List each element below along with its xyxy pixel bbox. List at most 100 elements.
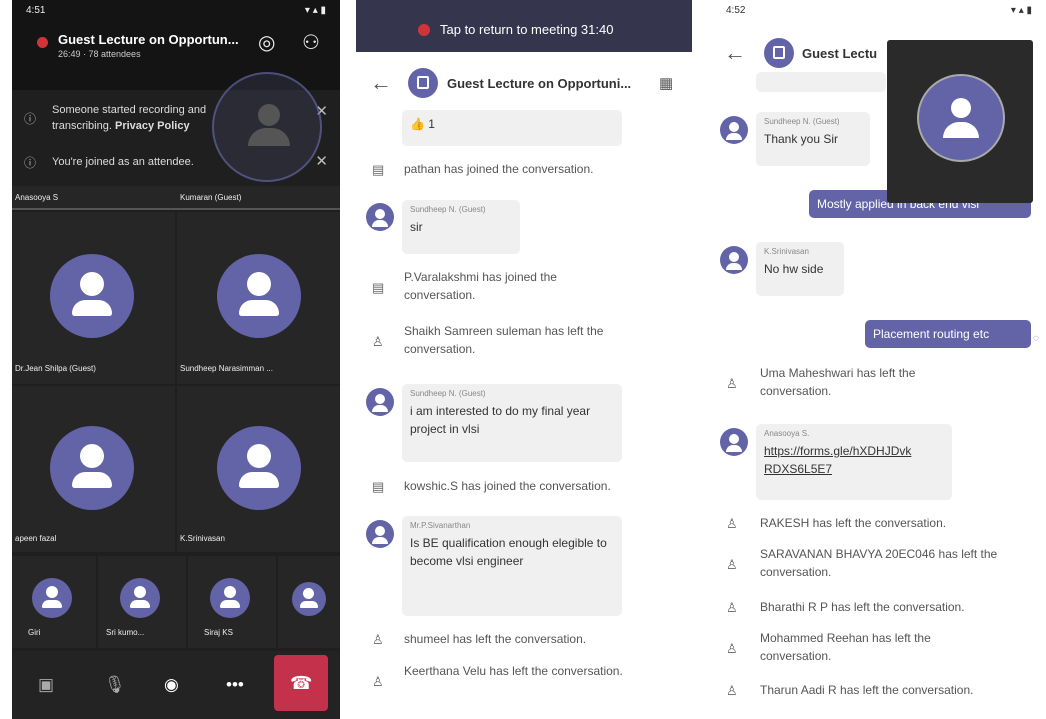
system-message: RAKESH has left the conversation. — [760, 516, 947, 530]
meeting-info-icon[interactable]: ▦ — [659, 74, 673, 92]
call-controls: ▣ 🎙 ◉ ••• ☎ — [12, 651, 340, 719]
system-message: Shaikh Samreen suleman has left the conv… — [404, 324, 604, 356]
headset-icon[interactable]: ◉ — [164, 675, 179, 695]
message-sender: Sundheep N. (Guest) — [410, 205, 486, 214]
avatar — [120, 578, 160, 618]
message-text: i am interested to do my final year proj… — [410, 404, 591, 436]
message-bubble[interactable]: Anasooya S. https://forms.gle/hXDHJDvkRD… — [756, 424, 952, 500]
chat-screen-continued: 4:52 ▾ ▴ ▮ ← Guest Lectu Sundheep N. (Gu… — [712, 0, 1046, 719]
participants-icon[interactable]: ⚇ — [302, 30, 320, 55]
status-time: 4:52 — [726, 4, 746, 16]
video-off-icon[interactable]: ▣ — [38, 675, 54, 695]
more-icon[interactable]: ••• — [226, 675, 244, 695]
status-time: 4:51 — [26, 4, 46, 16]
person-leave-icon: ♙ — [726, 641, 738, 656]
message-bubble[interactable]: Sundheep N. (Guest) Thank you Sir — [756, 112, 870, 166]
self-video-preview[interactable] — [212, 72, 322, 182]
system-message: pathan has joined the conversation. — [404, 162, 594, 176]
meeting-pip-window[interactable] — [887, 40, 1033, 203]
person-leave-icon: ♙ — [726, 376, 738, 391]
chat-screen: Tap to return to meeting 31:40 ← Guest L… — [356, 0, 692, 719]
system-message: kowshic.S has joined the conversation. — [404, 479, 611, 493]
message-text: Is BE qualification enough elegible to b… — [410, 536, 607, 568]
system-message: SARAVANAN BHAVYA 20EC046 has left the co… — [760, 547, 998, 579]
person-leave-icon: ♙ — [372, 674, 384, 689]
return-to-meeting-text: Tap to return to meeting 31:40 — [440, 22, 614, 37]
message-sender: Anasooya S. — [764, 429, 810, 438]
calendar-icon — [408, 68, 438, 98]
close-icon[interactable]: ✕ — [315, 152, 328, 170]
meeting-title[interactable]: Guest Lecture on Opportun... — [58, 32, 239, 47]
message-sender: Sundheep N. (Guest) — [410, 389, 486, 398]
info-icon: ⓘ — [24, 156, 37, 170]
calendar-event-icon: ▤ — [372, 280, 385, 295]
participant-name: Giri — [28, 628, 41, 637]
avatar — [366, 203, 394, 231]
system-message: Tharun Aadi R has left the conversation. — [760, 683, 974, 697]
privacy-policy-link[interactable]: Privacy Policy — [115, 120, 190, 132]
avatar — [50, 254, 134, 338]
participant-tile[interactable]: K.Srinivasan — [177, 386, 340, 552]
system-message: Mohammed Reehan has left the conversatio… — [760, 631, 931, 663]
message-bubble[interactable]: Sundheep N. (Guest) sir — [402, 200, 520, 254]
recording-indicator — [418, 24, 430, 36]
back-arrow-icon[interactable]: ← — [724, 40, 746, 66]
participant-name: Sri kumo... — [106, 628, 145, 637]
system-message: Keerthana Velu has left the conversation… — [404, 664, 623, 678]
message-bubble[interactable]: 👍 1 — [402, 110, 622, 146]
person-leave-icon: ♙ — [372, 632, 384, 647]
avatar — [366, 520, 394, 548]
back-arrow-icon[interactable]: ← — [370, 70, 392, 96]
meeting-subtitle: 26:49 · 78 attendees — [58, 49, 141, 59]
participant-name: Sundheep Narasimman ... — [180, 364, 273, 373]
hang-up-icon: ☎ — [290, 673, 313, 693]
sent-status-icon: ◌ — [1033, 333, 1039, 344]
hang-up-button[interactable]: ☎ — [274, 655, 328, 711]
participant-name: Kumaran (Guest) — [180, 193, 242, 202]
participant-tile[interactable]: Sundheep Narasimman ... — [177, 212, 340, 384]
mic-off-icon[interactable]: 🎙 — [104, 675, 126, 695]
message-bubble[interactable] — [756, 72, 886, 92]
reaction: 👍 1 — [410, 117, 435, 131]
status-icons: ▾ ▴ ▮ — [304, 4, 326, 16]
avatar — [50, 426, 134, 510]
calendar-icon — [764, 38, 794, 68]
message-text: No hw side — [764, 262, 824, 276]
info-icon: ⓘ — [24, 112, 37, 126]
form-link[interactable]: https://forms.gle/hXDHJDvkRDXS6L5E7 — [764, 442, 914, 478]
avatar — [32, 578, 72, 618]
chat-icon[interactable]: ◎ — [258, 30, 275, 55]
avatar — [720, 428, 748, 456]
message-sender: Mr.P.Sivanarthan — [410, 521, 471, 530]
participant-tile[interactable]: Sri kumo... — [98, 556, 186, 648]
system-message: Bharathi R P has left the conversation. — [760, 600, 965, 614]
own-message[interactable]: Placement routing etc — [865, 320, 1031, 348]
participant-tile[interactable]: apeen fazal — [12, 386, 175, 552]
person-leave-icon: ♙ — [726, 516, 738, 531]
message-bubble[interactable]: Mr.P.Sivanarthan Is BE qualification eno… — [402, 516, 622, 616]
avatar — [720, 246, 748, 274]
avatar — [917, 74, 1005, 162]
return-to-meeting-banner[interactable]: Tap to return to meeting 31:40 — [356, 0, 692, 52]
participant-name: Siraj KS — [204, 628, 233, 637]
message-bubble[interactable]: Sundheep N. (Guest) i am interested to d… — [402, 384, 622, 462]
status-bar: 4:52 ▾ ▴ ▮ — [712, 0, 1046, 20]
avatar — [217, 254, 301, 338]
chat-title[interactable]: Guest Lectu — [802, 46, 877, 61]
participant-name-bar: Anasooya S Kumaran (Guest) — [12, 186, 340, 210]
chat-title[interactable]: Guest Lecture on Opportuni... — [447, 76, 631, 91]
person-leave-icon: ♙ — [726, 600, 738, 615]
participant-tile[interactable] — [278, 556, 340, 648]
system-message: Uma Maheshwari has left the conversation… — [760, 366, 916, 398]
participant-tile[interactable]: Dr.Jean Shilpa (Guest) — [12, 212, 175, 384]
avatar — [720, 116, 748, 144]
participant-tile[interactable]: Siraj KS — [188, 556, 276, 648]
avatar — [217, 426, 301, 510]
avatar — [366, 388, 394, 416]
participant-name: Anasooya S — [15, 193, 59, 202]
message-bubble[interactable]: K.Srinivasan No hw side — [756, 242, 844, 296]
participant-tile[interactable]: Giri — [12, 556, 96, 648]
meeting-screen: 4:51 ▾ ▴ ▮ Guest Lecture on Opportun... … — [12, 0, 340, 719]
person-leave-icon: ♙ — [372, 334, 384, 349]
system-message: P.Varalakshmi has joined the conversatio… — [404, 270, 557, 302]
